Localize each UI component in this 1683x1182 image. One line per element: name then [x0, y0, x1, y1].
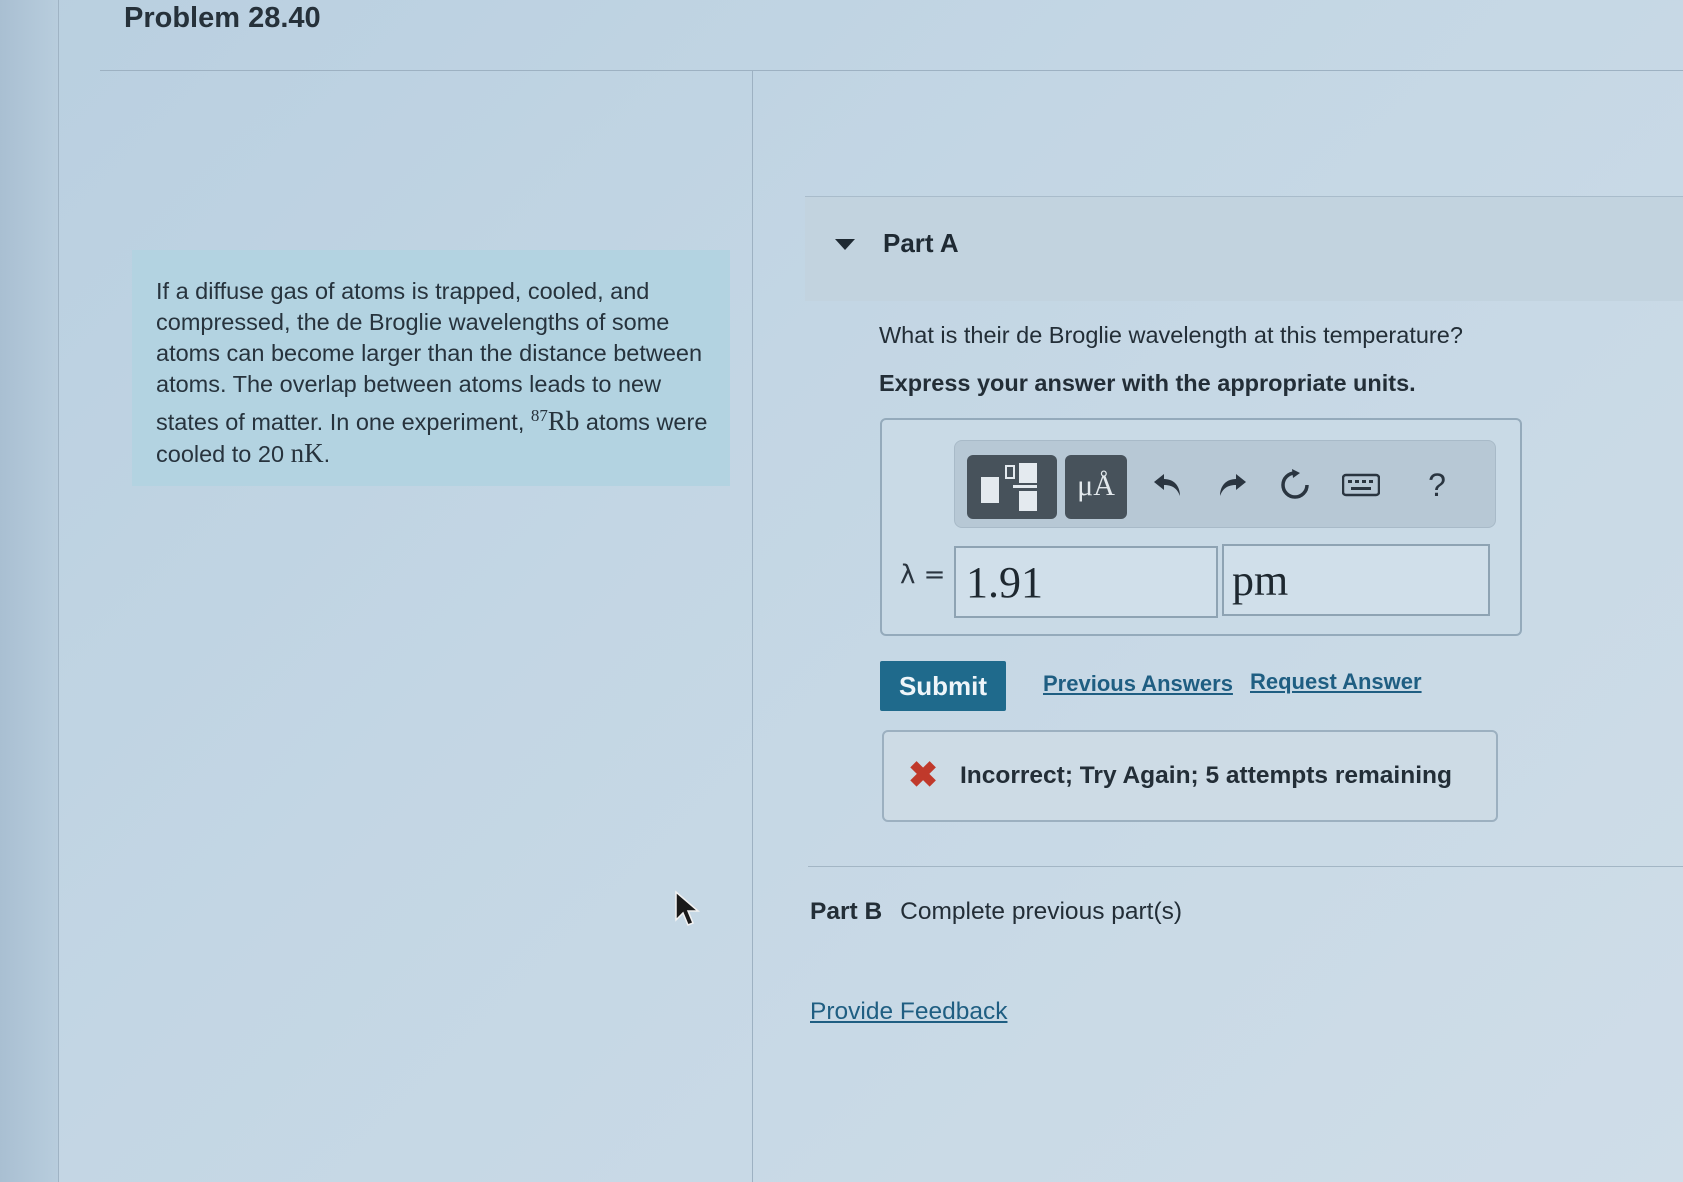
- mouse-cursor-icon: [675, 890, 701, 926]
- answer-panel: μÅ ? λ =: [880, 418, 1522, 636]
- value-input[interactable]: [954, 546, 1218, 618]
- variable-label: λ =: [900, 560, 946, 590]
- column-divider: [752, 70, 753, 1182]
- problem-statement: If a diffuse gas of atoms is trapped, co…: [132, 250, 730, 486]
- part-b-status: Complete previous part(s): [900, 898, 1183, 925]
- feedback-message: ✖ Incorrect; Try Again; 5 attempts remai…: [882, 730, 1498, 822]
- incorrect-x-icon: ✖: [908, 754, 939, 795]
- problem-title: Problem 28.40: [124, 2, 321, 34]
- templates-button[interactable]: [967, 455, 1057, 519]
- units-label: μÅ: [1077, 469, 1115, 502]
- part-b-label: Part B: [810, 898, 883, 925]
- previous-answers-link[interactable]: Previous Answers: [1043, 671, 1233, 697]
- submit-button[interactable]: Submit: [880, 661, 1006, 711]
- part-a-header[interactable]: Part A: [805, 196, 1683, 301]
- keyboard-icon[interactable]: [1337, 461, 1385, 509]
- part-a-label: Part A: [883, 228, 959, 258]
- feedback-text: Incorrect; Try Again; 5 attempts remaini…: [960, 762, 1452, 789]
- request-answer-link[interactable]: Request Answer: [1250, 669, 1422, 695]
- reset-icon[interactable]: [1271, 461, 1319, 509]
- unit-input[interactable]: [1222, 544, 1490, 616]
- redo-icon[interactable]: [1207, 461, 1255, 509]
- temperature-unit: nK: [290, 437, 324, 468]
- part-b-divider: [808, 866, 1683, 867]
- isotope-mass: 87: [530, 406, 548, 425]
- problem-text-3: .: [323, 440, 331, 467]
- part-b-row: Part B Complete previous part(s): [810, 898, 1182, 926]
- header-divider: [100, 70, 1683, 71]
- undo-icon[interactable]: [1145, 461, 1193, 509]
- units-button[interactable]: μÅ: [1065, 455, 1127, 519]
- help-button[interactable]: ?: [1413, 461, 1461, 509]
- part-a-question: What is their de Broglie wavelength at t…: [879, 322, 1463, 348]
- part-a-instruction: Express your answer with the appropriate…: [879, 370, 1416, 396]
- math-toolbar: μÅ ?: [954, 440, 1496, 528]
- collapse-caret-icon[interactable]: [835, 239, 855, 250]
- isotope-symbol: Rb: [547, 405, 580, 436]
- left-margin: [0, 0, 59, 1182]
- provide-feedback-link[interactable]: Provide Feedback: [810, 998, 1007, 1026]
